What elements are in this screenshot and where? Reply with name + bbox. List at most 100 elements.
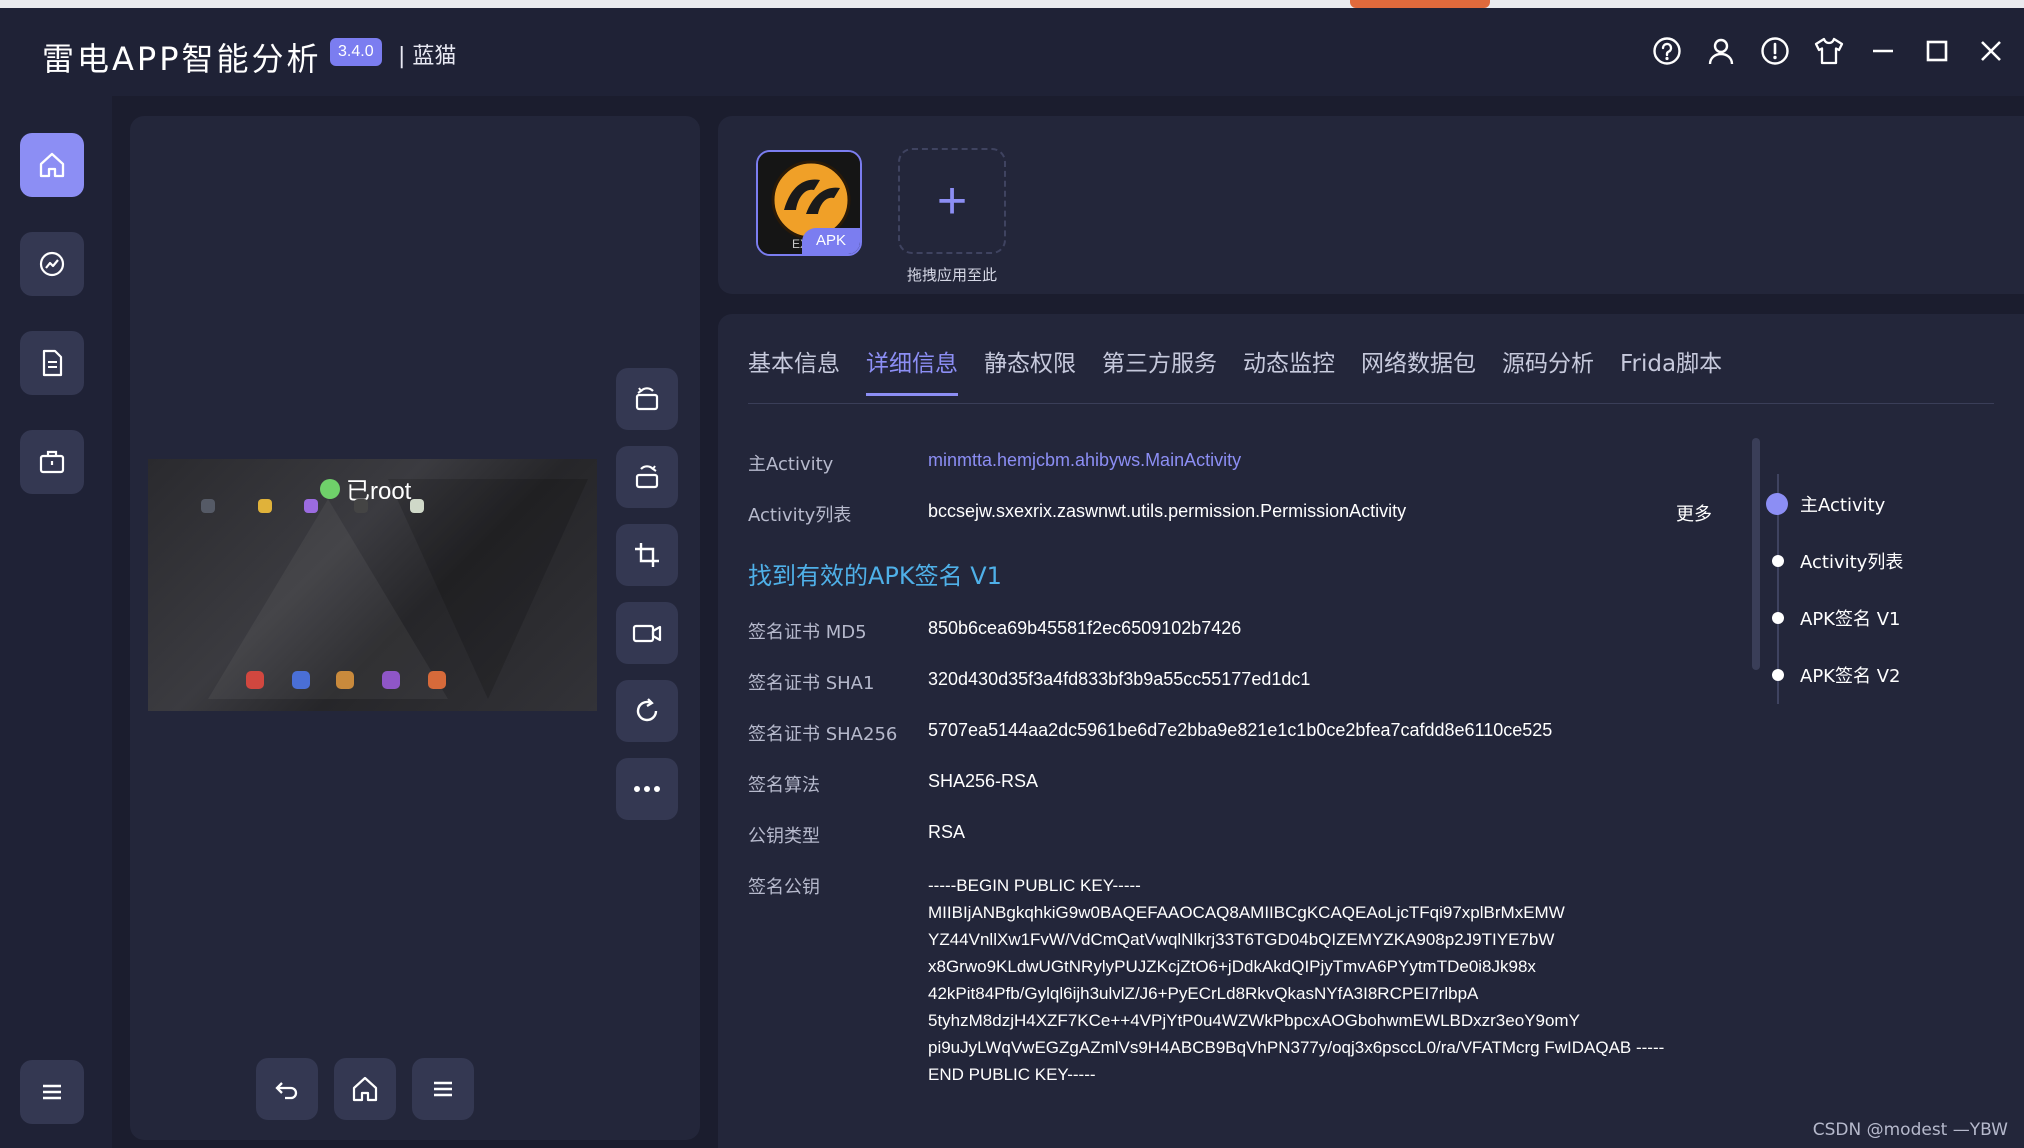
add-apk-label: 拖拽应用至此: [906, 266, 997, 284]
app-icon: [201, 499, 215, 513]
home-icon: [352, 1076, 378, 1102]
public-key-line: x8Grwo9KLdwUGtNRylyPUJZKcjZtO6+jDdkAkdQI…: [928, 957, 1536, 976]
app-icon: [304, 499, 318, 513]
crop-icon: [635, 543, 659, 567]
app-icon: [354, 499, 368, 513]
maximize-icon[interactable]: [1920, 34, 1954, 68]
activity-list-value: bccsejw.sxexrix.zaswnwt.utils.permission…: [928, 501, 1407, 521]
md5-label: 签名证书 MD5: [748, 622, 867, 643]
nav-back-button[interactable]: [256, 1058, 318, 1120]
app-icon: [410, 499, 424, 513]
tab-third-party[interactable]: 第三方服务: [1102, 344, 1217, 396]
more-icon: [634, 786, 660, 792]
app-icon: [336, 671, 354, 689]
sidebar-item-analysis[interactable]: [20, 232, 84, 296]
sidebar-item-toolbox[interactable]: [20, 430, 84, 494]
app-icon: [258, 499, 272, 513]
shirt-icon[interactable]: [1812, 34, 1846, 68]
app-icon: [246, 671, 264, 689]
more-link[interactable]: 更多: [1676, 500, 1712, 526]
refresh-button[interactable]: [616, 680, 678, 742]
public-key-line: pi9uJyLWqVwEGZgAZmlVs9H4ABCB9BqVhPN377y/…: [928, 1038, 1665, 1057]
user-icon[interactable]: [1704, 34, 1738, 68]
public-key-line: 42kPit84Pfb/Gylql6ijh3ulvlZ/J6+PyECrLd8R…: [928, 984, 1479, 1003]
sidebar-item-home[interactable]: [20, 133, 84, 197]
record-icon: [632, 624, 662, 643]
apk-tag: APK: [802, 228, 860, 254]
tab-frida-script[interactable]: Frida脚本: [1620, 344, 1722, 396]
sidebar-item-report[interactable]: [20, 331, 84, 395]
rotate-right-button[interactable]: [616, 446, 678, 508]
tab-static-permissions[interactable]: 静态权限: [984, 344, 1076, 396]
home-icon: [39, 152, 65, 178]
tab-network-packets[interactable]: 网络数据包: [1361, 344, 1476, 396]
public-key-line: END PUBLIC KEY-----: [928, 1065, 1096, 1084]
sha1-label: 签名证书 SHA1: [748, 673, 875, 694]
watermark: CSDN @modest —YBW: [1812, 1120, 2008, 1140]
top-strip: [0, 0, 2024, 8]
version-badge: 3.4.0: [330, 38, 382, 66]
key-type-label: 公钥类型: [748, 826, 820, 847]
menu-icon: [434, 1081, 452, 1097]
add-apk-button[interactable]: +: [898, 148, 1006, 254]
alert-icon[interactable]: [1758, 34, 1792, 68]
anchor-activity-list[interactable]: Activity列表: [1766, 548, 1903, 574]
close-icon[interactable]: [1974, 34, 2008, 68]
apk-app-icon[interactable]: EXC APK: [756, 150, 862, 256]
rotate-right-icon: [635, 465, 659, 489]
sha256-value: 5707ea5144aa2dc5961be6d7e2bba9e821e1c1b0…: [928, 720, 1553, 740]
tab-source-analysis[interactable]: 源码分析: [1502, 344, 1594, 396]
app-icon: [428, 671, 446, 689]
refresh-icon: [636, 698, 658, 722]
signature-heading: 找到有效的APK签名 V1: [748, 562, 1002, 590]
rotate-left-icon: [635, 387, 659, 411]
anchor-apk-signature-v2[interactable]: APK签名 V2: [1766, 662, 1900, 688]
public-key-line: MIIBIjANBgkqhkiG9w0BAQEFAAOCAQ8AMIIBCgKC…: [928, 903, 1565, 922]
app-title: 雷电APP智能分析: [42, 40, 322, 78]
plus-icon: +: [936, 172, 968, 230]
algorithm-label: 签名算法: [748, 775, 820, 796]
more-button[interactable]: [616, 758, 678, 820]
nav-home-button[interactable]: [334, 1058, 396, 1120]
tab-dynamic-monitor[interactable]: 动态监控: [1243, 344, 1335, 396]
md5-value: 850b6cea69b45581f2ec6509102b7426: [928, 618, 1242, 638]
app-icon: [382, 671, 400, 689]
tab-divider: [748, 403, 1994, 404]
algorithm-value: SHA256-RSA: [928, 771, 1039, 791]
activity-list-label: Activity列表: [748, 505, 852, 526]
title-bar: 雷电APP智能分析 3.4.0 | 蓝猫: [0, 8, 2024, 96]
device-screen[interactable]: 已root: [148, 459, 597, 711]
chart-icon: [39, 251, 65, 277]
main-activity-value[interactable]: minmtta.hemjcbm.ahibyws.MainActivity: [928, 450, 1241, 471]
document-icon: [42, 349, 63, 377]
scrollbar[interactable]: [1752, 438, 1760, 670]
menu-icon: [43, 1084, 61, 1100]
record-button[interactable]: [616, 602, 678, 664]
crop-button[interactable]: [616, 524, 678, 586]
window-controls: [1650, 34, 2024, 68]
minimize-icon[interactable]: [1866, 34, 1900, 68]
rotate-left-button[interactable]: [616, 368, 678, 430]
tab-detail-info[interactable]: 详细信息: [866, 344, 958, 396]
public-key-value: -----BEGIN PUBLIC KEY----- MIIBIjANBgkqh…: [928, 872, 1738, 1088]
tab-bar: 基本信息 详细信息 静态权限 第三方服务 动态监控 网络数据包 源码分析 Fri…: [748, 344, 1722, 396]
app-icon: [292, 671, 310, 689]
top-accent: [1350, 0, 1490, 8]
public-key-line: -----BEGIN PUBLIC KEY-----: [928, 876, 1141, 895]
tab-basic-info[interactable]: 基本信息: [748, 344, 840, 396]
edition-label: | 蓝猫: [398, 44, 457, 69]
sha256-label: 签名证书 SHA256: [748, 724, 898, 745]
main-activity-label: 主Activity: [748, 454, 834, 475]
nav-menu-button[interactable]: [412, 1058, 474, 1120]
sha1-value: 320d430d35f3a4fd833bf3b9a55cc55177ed1dc1: [928, 669, 1311, 689]
sidebar-menu-button[interactable]: [20, 1060, 84, 1124]
anchor-main-activity[interactable]: 主Activity: [1766, 491, 1885, 517]
public-key-label: 签名公钥: [748, 877, 820, 898]
public-key-line: 5tyhzM8dzjH4XZF7KCe++4VPjYtP0u4WZWkPbpcx…: [928, 1011, 1580, 1030]
public-key-line: YZ44VnllXw1FvW/VdCmQatVwqlNlkrj33T6TGD04…: [928, 930, 1555, 949]
briefcase-icon: [39, 450, 65, 474]
help-icon[interactable]: [1650, 34, 1684, 68]
anchor-apk-signature-v1[interactable]: APK签名 V1: [1766, 605, 1900, 631]
key-type-value: RSA: [928, 822, 966, 842]
sidebar: [0, 96, 112, 1148]
